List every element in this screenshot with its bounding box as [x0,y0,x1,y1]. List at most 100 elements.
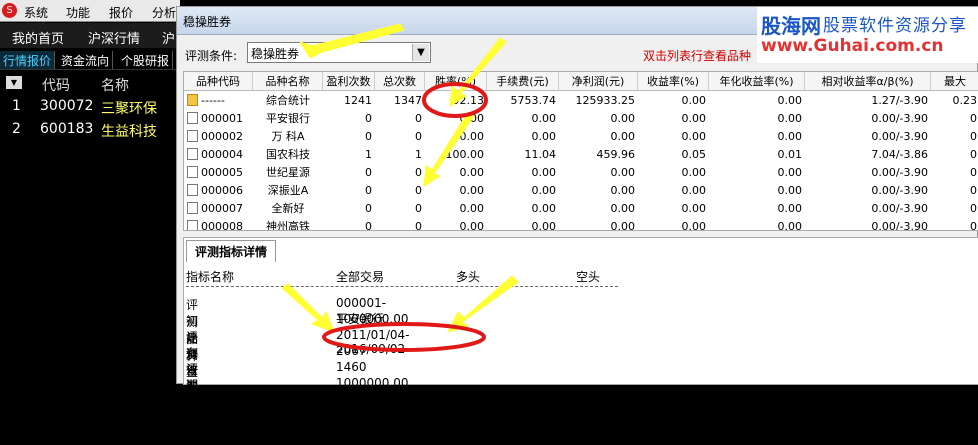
cell-name: 深振业A [253,182,323,200]
cell-text: 0.00 [777,166,803,179]
cell-annual: 0.00 [709,128,805,146]
cell-text: 0.00 [681,130,707,143]
cell-text: 0 [970,166,977,179]
th-profit[interactable]: 净利润(元) [559,72,638,91]
menu-quote[interactable]: 报价 [109,4,133,21]
th-fee[interactable]: 手续费(元) [487,72,559,91]
table-row[interactable]: 000001 平安银行 0 0 0.00 0.00 0.00 0.00 0.00 0.00/-3.… [184,110,978,128]
cell-text: 0.00 [777,184,803,197]
cell-text: 0 [365,184,372,197]
backtest-window: 稳操胜券 股海网 股票软件资源分享 www.Guhai.com.cn 评测条件:… [176,6,978,444]
cell-profit: 0.00 [559,110,638,128]
cell-annual: 0.00 [709,182,805,200]
cell-text: 0 [415,112,422,125]
tab-research[interactable]: 个股研报 [118,51,174,69]
cell-fee: 0.00 [487,218,559,230]
tab-detail[interactable]: 评测指标详情 [186,240,276,262]
stock-code: 600183 [40,121,94,137]
cell-rate: 0.00 [425,218,487,231]
menu-analysis[interactable]: 分析 [152,4,176,21]
cell-rel: 0.00/-3.90 [805,200,931,218]
cell-fee: 5753.74 [487,92,559,110]
cell-text: 0.00 [459,184,485,197]
cell-total: 0 [375,164,425,182]
stock-name: 三聚环保 [101,101,157,117]
cell-rate: 92.13 [425,92,487,110]
th-rate[interactable]: 胜率(%) [425,72,487,91]
cell-code: 000002 [184,128,253,146]
cell-text: 0.23 [952,94,978,107]
th-annual[interactable]: 年化收益率(%) [709,72,805,91]
cell-text: 0.00 [610,166,636,179]
cell-rate: 0.00 [425,110,487,128]
watermark-slogan: 股票软件资源分享 [823,16,967,36]
table-row[interactable]: 000002 万 科A 0 0 0.00 0.00 0.00 0.00 0.00 0.00/-3.… [184,128,978,146]
cell-text: 125933.25 [575,94,636,107]
menu-system[interactable]: 系统 [24,4,48,21]
cell-text: 0.00 [531,130,557,143]
cell-text: 0.00 [610,202,636,215]
table-row[interactable]: 000007 全新好 0 0 0.00 0.00 0.00 0.00 0.00 0.00/-3.9… [184,200,978,218]
cell-name: 万 科A [253,128,323,146]
menu-function[interactable]: 功能 [66,4,90,21]
table-row[interactable]: 000005 世纪星源 0 0 0.00 0.00 0.00 0.00 0.00 0.00/-3.… [184,164,978,182]
cell-text: 0 [970,184,977,197]
expand-triangle-icon[interactable]: ▼ [6,76,22,89]
th-code[interactable]: 品种代码 [184,72,253,91]
cell-text: 0 [970,202,977,215]
cell-text: 0.00 [681,112,707,125]
th-wins[interactable]: 盈利次数 [323,72,375,91]
tab-fund-flow[interactable]: 资金流向 [58,51,114,69]
col-code-header[interactable]: 代码 [42,75,70,95]
th-total[interactable]: 总次数 [375,72,425,91]
cell-text: 0.00/-3.90 [871,112,928,125]
cell-max: 0.23 [931,92,978,110]
cell-annual: 0.00 [709,92,805,110]
cell-annual: 0.00 [709,200,805,218]
th-name[interactable]: 品种名称 [253,72,323,91]
cell-total: 0 [375,182,425,200]
table-row[interactable]: 000004 国农科技 1 1 100.00 11.04 459.96 0.05 0.01 7.0… [184,146,978,164]
tab-quotes[interactable]: 行情报价 [0,51,56,69]
watermark-url: www.Guhai.com.cn [761,36,944,56]
main-menubar: S 系统 功能 报价 分析 [0,0,180,22]
cell-text: 0 [415,220,422,231]
cell-text: 1 [365,148,372,161]
chevron-down-icon[interactable]: ▼ [412,44,429,61]
cell-rel: 0.00/-3.90 [805,182,931,200]
th-return[interactable]: 收益率(%) [638,72,709,91]
cell-text: 0.00 [459,220,485,231]
stock-row[interactable]: 1 300072 三聚环保 [0,96,180,120]
cell-name: 神州高铁 [253,218,323,230]
cell-wins: 0 [323,182,375,200]
cell-total: 0 [375,200,425,218]
cell-ret: 0.00 [638,164,709,182]
stock-row[interactable]: 2 600183 生益科技 [0,119,180,143]
detail-value: 1000000.00 [336,376,409,390]
nav-more[interactable]: 沪 [162,28,175,47]
cell-text: 000007 [201,202,243,215]
nav-market[interactable]: 沪深行情 [88,28,140,47]
col-name-header[interactable]: 名称 [101,75,129,95]
table-row[interactable]: ------ 综合统计 1241 1347 92.13 5753.74 125933.25 0… [184,92,978,110]
cell-text: 0.00 [681,220,707,231]
th-relative[interactable]: 相对收益率α/β(%) [805,72,931,91]
table-row[interactable]: 000006 深振业A 0 0 0.00 0.00 0.00 0.00 0.00 0.00/-3.… [184,182,978,200]
cell-max: 0 [931,110,978,128]
cell-profit: 0.00 [559,182,638,200]
cell-text: 92.13 [452,94,485,107]
cell-max: 0 [931,128,978,146]
table-row[interactable]: 000008 神州高铁 0 0 0.00 0.00 0.00 0.00 0.00 0.00/-3.… [184,218,978,231]
cell-text: 0.00 [610,184,636,197]
detail-col-long: 多头 [456,270,481,284]
cell-ret: 0.00 [638,182,709,200]
cell-fee: 11.04 [487,146,559,164]
cell-text: 0.00 [681,166,707,179]
nav-home[interactable]: 我的首页 [12,28,64,47]
condition-select[interactable]: 稳操胜券 ▼ [247,42,431,63]
condition-value: 稳操胜券 [251,47,300,61]
file-icon [187,112,198,124]
th-max[interactable]: 最大 [931,72,978,91]
cell-wins: 0 [323,200,375,218]
cell-text: 0 [365,112,372,125]
